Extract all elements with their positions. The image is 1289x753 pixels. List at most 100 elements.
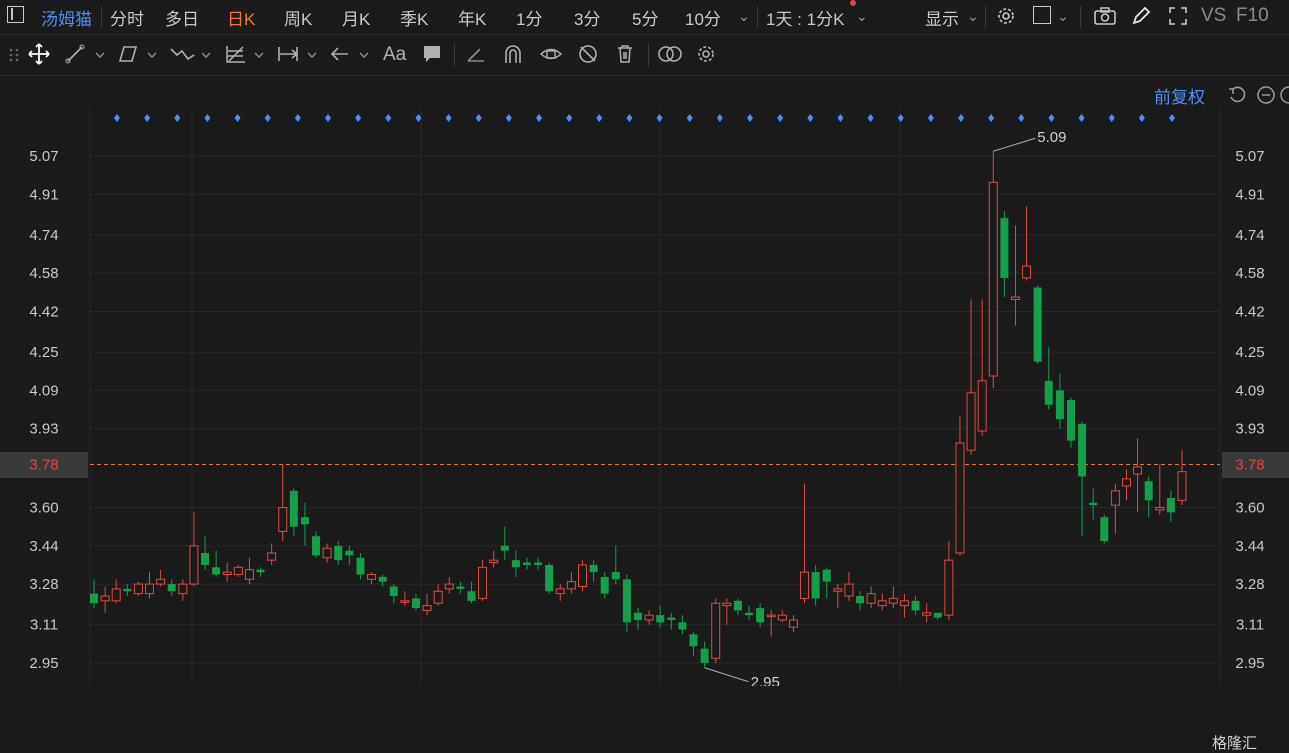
y-tick-label-left: 4.91 [29,186,58,203]
panel-toggle-icon[interactable] [7,6,24,23]
candle-body-up [100,595,110,602]
event-marker [355,114,362,122]
angle-icon[interactable] [465,43,487,65]
tab-1min[interactable]: 1分 [516,5,542,30]
candle-body-down [689,634,698,647]
candle-body-down [545,564,554,592]
vs-button[interactable]: VS [1201,5,1226,27]
channel-tool-icon[interactable] [116,43,162,65]
candle-body-up [1022,265,1032,279]
candle-body-down [1144,481,1153,501]
y-tick-label-left: 3.28 [29,576,58,593]
fib-tool-icon[interactable] [223,43,269,65]
y-tick-label-left: 5.07 [29,148,58,165]
gear-icon[interactable] [695,43,717,65]
candle-body-down [667,617,676,620]
checkbox-icon[interactable] [1033,6,1051,24]
move-icon[interactable] [27,42,51,66]
y-tick-label-right: 2.95 [1235,655,1264,672]
candle-body-down [389,586,398,597]
f10-button[interactable]: F10 [1236,5,1269,27]
event-marker [234,114,241,122]
tab-quarterly-k[interactable]: 季K [400,5,428,30]
tab-yearly-k[interactable]: 年K [458,5,486,30]
divider [1080,6,1081,28]
event-marker [385,114,392,122]
y-tick-label-left: 3.11 [30,617,58,634]
event-marker [204,114,211,122]
current-price-label-right: 3.78 [1235,457,1264,474]
candle-body-up [444,583,454,590]
candle-body-up [711,602,721,659]
tab-monthly-k[interactable]: 月K [342,5,370,30]
event-markers [114,114,1175,122]
tab-5min[interactable]: 5分 [632,5,658,30]
y-tick-label-right: 4.09 [1235,382,1264,399]
lock-eye-icon[interactable] [539,43,563,65]
settings-icon[interactable] [995,5,1017,27]
y-tick-label-left: 4.09 [29,382,58,399]
divider [985,6,986,28]
arrow-tool-icon[interactable] [328,43,374,65]
candlestick-chart[interactable]: 5.07 4.91 4.74 4.58 4.42 4.25 4.09 3.93 3.60 3.44… [0,76,1289,686]
candle-body-up [278,507,288,532]
wave-tool-icon[interactable] [168,43,216,65]
fullscreen-icon[interactable] [1167,5,1189,27]
event-marker [1078,114,1085,122]
candle-body-down [1078,423,1087,477]
candle-body-down [167,584,176,592]
multi-period-select[interactable]: 1天 : 1分K [766,5,844,30]
tab-duori[interactable]: 多日 [165,5,199,30]
chevron-down-icon[interactable]: ⌄ [856,8,868,25]
candle-body-down [611,572,620,580]
y-tick-label-right: 3.11 [1236,617,1264,634]
candle-body-up [233,566,243,576]
y-tick-label-right: 3.28 [1235,576,1264,593]
event-marker [596,114,603,122]
candle-body-down [622,579,631,623]
tab-3min[interactable]: 3分 [574,5,600,30]
text-tool-icon[interactable]: Aa [383,44,406,66]
candle-body-down [289,490,298,527]
candle-body-down [522,562,531,565]
tab-weekly-k[interactable]: 周K [284,5,312,30]
display-select[interactable]: 显示 [925,5,959,30]
pencil-icon[interactable] [1130,5,1152,27]
candle-body-up [844,583,854,597]
camera-icon[interactable] [1093,6,1117,26]
divider [757,6,758,28]
drag-handle-icon[interactable] [6,44,22,64]
trash-icon[interactable] [614,43,636,65]
candle-body-up [1121,478,1131,487]
current-price-label-left: 3.78 [29,457,58,474]
left-y-axis: 5.07 4.91 4.74 4.58 4.42 4.25 4.09 3.93 3.60 3.44… [29,148,58,672]
magnet-icon[interactable] [502,43,524,65]
note-tool-icon[interactable] [421,43,443,65]
hide-icon[interactable] [577,43,599,65]
chevron-down-icon[interactable]: ⌄ [1057,8,1069,25]
candle-body-down [212,567,221,575]
chevron-down-icon[interactable]: ⌄ [967,8,979,25]
candle-body-up [644,614,654,621]
candle-body-up [944,559,954,616]
candle-body-down [312,536,321,556]
stock-name[interactable]: 汤姆猫 [41,5,92,30]
event-marker [686,114,693,122]
kline-chart-area[interactable]: 前复权 5.07 4.91 4.74 4.58 4.42 4.25 4.09 3.93 3.60… [0,76,1289,752]
tab-more-chevron-icon[interactable]: ⌄ [738,8,750,25]
candle-body-up [433,590,443,604]
candle-body-down [634,612,642,620]
line-tool-icon[interactable] [64,43,108,65]
event-marker [837,114,844,122]
measure-tool-icon[interactable] [276,43,322,65]
candle-body-down [756,607,765,623]
candle-body-up [877,600,887,607]
tab-daily-k[interactable]: 日K [227,5,255,30]
tab-10min[interactable]: 10分 [685,5,721,30]
event-marker [475,114,482,122]
tab-fenshi[interactable]: 分时 [110,5,144,30]
candle-body-up [1155,507,1165,511]
compare-icon[interactable] [656,43,684,65]
event-marker [716,114,723,122]
candle-body-down [1044,380,1053,405]
